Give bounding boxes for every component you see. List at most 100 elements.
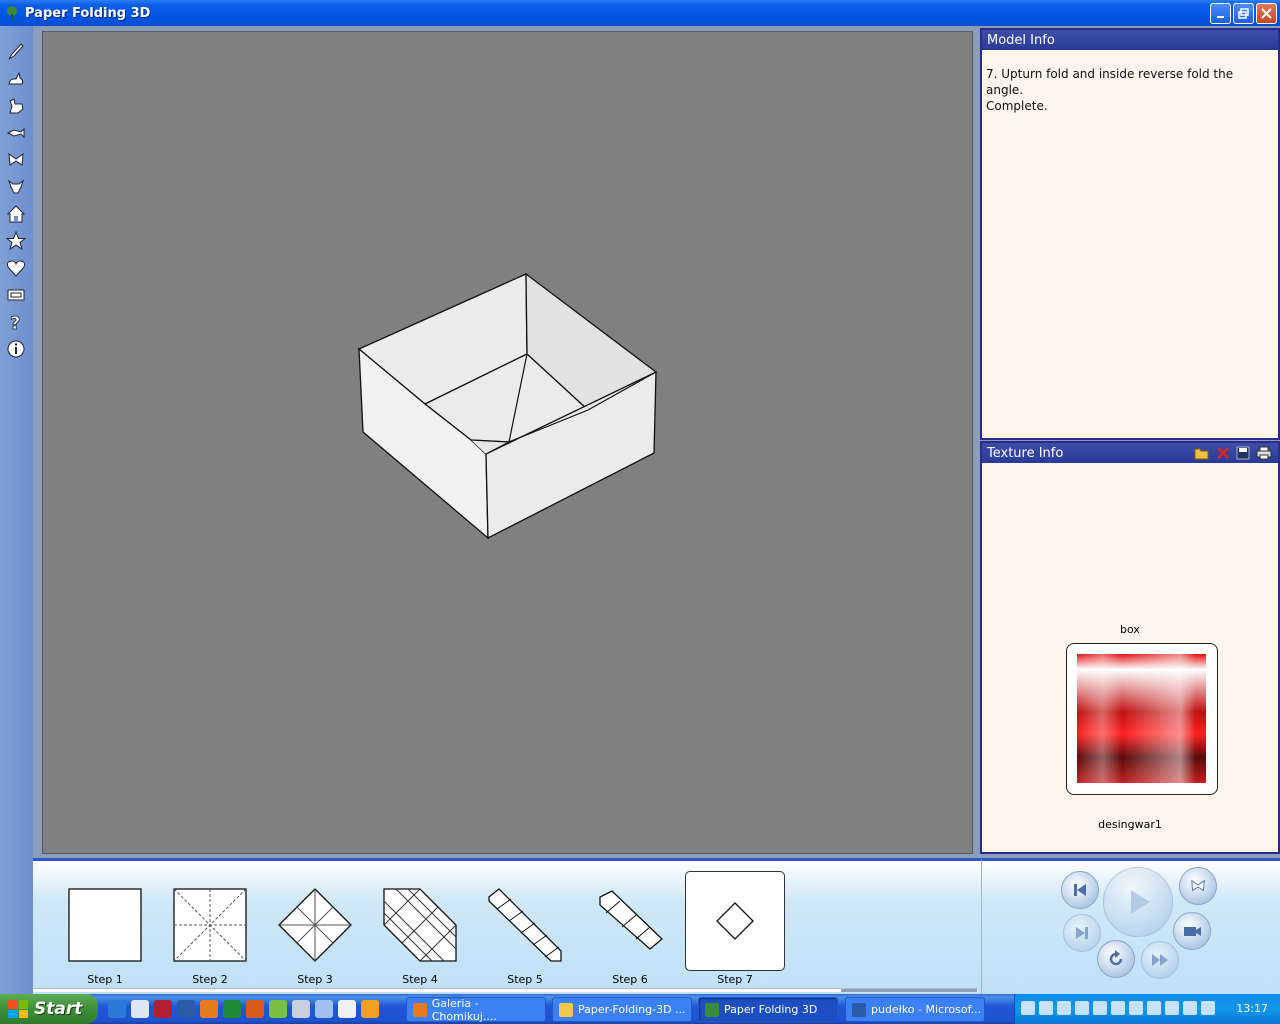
star-model-button[interactable] <box>5 230 27 252</box>
step-2[interactable]: Step 2 <box>160 869 260 989</box>
model-info-panel: Model Info 7. Upturn fold and inside rev… <box>980 28 1280 440</box>
close-icon <box>1261 8 1272 19</box>
firefox-icon <box>413 1002 427 1017</box>
save-disk-icon[interactable] <box>154 1000 172 1018</box>
box-model-button[interactable] <box>5 284 27 306</box>
tray-update-icon[interactable] <box>1165 1001 1179 1015</box>
word-icon <box>852 1002 866 1017</box>
step-3[interactable]: Step 3 <box>265 869 365 989</box>
step-7[interactable]: Step 7 <box>685 869 785 989</box>
quick-launch <box>108 1000 379 1018</box>
network-icon[interactable] <box>292 1000 310 1018</box>
playback-controls <box>981 858 1280 994</box>
help-button[interactable]: ? <box>5 311 27 333</box>
minimize-button[interactable] <box>1210 3 1231 24</box>
task-word[interactable]: pudełko - Microsof... <box>845 997 985 1022</box>
step-1-label: Step 1 <box>87 973 123 986</box>
word-icon[interactable] <box>177 1000 195 1018</box>
media-icon[interactable] <box>269 1000 287 1018</box>
texture-name-label: desingwar1 <box>1098 818 1162 831</box>
step-4[interactable]: Step 4 <box>370 869 470 989</box>
excel-icon[interactable] <box>223 1000 241 1018</box>
3d-viewport[interactable] <box>42 31 973 854</box>
tray-wifi-icon[interactable] <box>1111 1001 1125 1015</box>
explorer-icon[interactable] <box>315 1000 333 1018</box>
delete-icon[interactable] <box>1216 446 1230 460</box>
butterfly-view-button[interactable] <box>1179 867 1217 905</box>
print-icon[interactable] <box>1256 446 1272 460</box>
heart-model-button[interactable] <box>5 257 27 279</box>
texture-preview-frame[interactable] <box>1066 643 1218 795</box>
outlook-icon[interactable] <box>246 1000 264 1018</box>
heart-icon <box>7 260 25 277</box>
close-button[interactable] <box>1256 3 1277 24</box>
open-folder-icon[interactable] <box>1194 446 1210 460</box>
step-5-label: Step 5 <box>507 973 543 986</box>
step-forward-button[interactable] <box>1063 914 1101 952</box>
play-button[interactable] <box>1103 867 1173 937</box>
step-3-label: Step 3 <box>297 973 333 986</box>
tray-security-icon[interactable] <box>1201 1001 1215 1015</box>
clock[interactable]: 13:17 <box>1236 1002 1268 1015</box>
step-forward-icon <box>1076 927 1088 939</box>
svg-text:?: ? <box>10 313 20 332</box>
tray-monitor-icon[interactable] <box>1057 1001 1071 1015</box>
texture-info-title: Texture Info <box>987 445 1064 461</box>
tray-antivirus-icon[interactable] <box>1093 1001 1107 1015</box>
texture-info-header: Texture Info <box>982 443 1278 463</box>
firefox-icon[interactable] <box>200 1000 218 1018</box>
task-paper-folding[interactable]: Paper Folding 3D <box>698 997 838 1022</box>
minimize-icon <box>1216 15 1224 18</box>
step-5[interactable]: Step 5 <box>475 869 575 989</box>
info-button[interactable] <box>5 338 27 360</box>
tray-printer-icon[interactable] <box>1183 1001 1197 1015</box>
rabbit-model-button[interactable] <box>5 68 27 90</box>
steps-scroll-thumb[interactable] <box>841 989 977 992</box>
tray-network-icon[interactable] <box>1039 1001 1053 1015</box>
camera-button[interactable] <box>1173 912 1211 950</box>
camera-icon <box>1184 927 1201 936</box>
step-6[interactable]: Step 6 <box>580 869 680 989</box>
step-1[interactable]: Step 1 <box>55 869 155 989</box>
ie-icon[interactable] <box>108 1000 126 1018</box>
replay-button[interactable] <box>1097 940 1135 978</box>
tray-safely-remove-icon[interactable] <box>1147 1001 1161 1015</box>
butterfly-model-button[interactable] <box>5 149 27 171</box>
steps-scrollbar[interactable] <box>33 988 978 992</box>
brush-tool-button[interactable] <box>5 41 27 63</box>
start-label: Start <box>34 999 83 1019</box>
step-2-label: Step 2 <box>192 973 228 986</box>
bull-model-button[interactable] <box>5 176 27 198</box>
model-info-line-1: 7. Upturn fold and inside reverse fold t… <box>986 67 1234 97</box>
restore-button[interactable] <box>1233 3 1254 24</box>
task-folder-label: Paper-Folding-3D ... <box>578 1003 686 1016</box>
client-area: ? Model Info 7. Upturn fold and inside r… <box>0 26 1280 994</box>
tray-volume-icon[interactable] <box>1129 1001 1143 1015</box>
step-5-diagram <box>488 888 562 962</box>
skip-back-icon <box>1074 884 1086 896</box>
save-icon[interactable] <box>1236 446 1250 460</box>
step-4-diagram <box>383 888 457 962</box>
fish-icon <box>6 127 25 139</box>
rooster-model-button[interactable] <box>5 95 27 117</box>
fast-forward-button[interactable] <box>1141 941 1179 979</box>
task-folder[interactable]: Paper-Folding-3D ... <box>552 997 692 1022</box>
box-icon <box>7 289 25 301</box>
fish-model-button[interactable] <box>5 122 27 144</box>
title-bar: Paper Folding 3D <box>0 0 1280 26</box>
texture-model-name: box <box>1120 623 1140 636</box>
game-icon[interactable] <box>338 1000 356 1018</box>
texture-preview-image <box>1077 654 1206 783</box>
start-button[interactable]: Start <box>0 994 98 1024</box>
tray-bluetooth-icon[interactable] <box>1075 1001 1089 1015</box>
folded-box-model <box>357 272 658 540</box>
desktop-icon[interactable] <box>131 1000 149 1018</box>
paint-icon[interactable] <box>361 1000 379 1018</box>
task-galeria[interactable]: Galeria - Chomikuj.... <box>406 997 546 1023</box>
tray-chevron-icon[interactable] <box>1021 1001 1035 1015</box>
task-paper-folding-label: Paper Folding 3D <box>724 1003 818 1016</box>
step-3-diagram <box>278 888 352 962</box>
first-step-button[interactable] <box>1061 871 1099 909</box>
step-6-label: Step 6 <box>612 973 648 986</box>
house-model-button[interactable] <box>5 203 27 225</box>
